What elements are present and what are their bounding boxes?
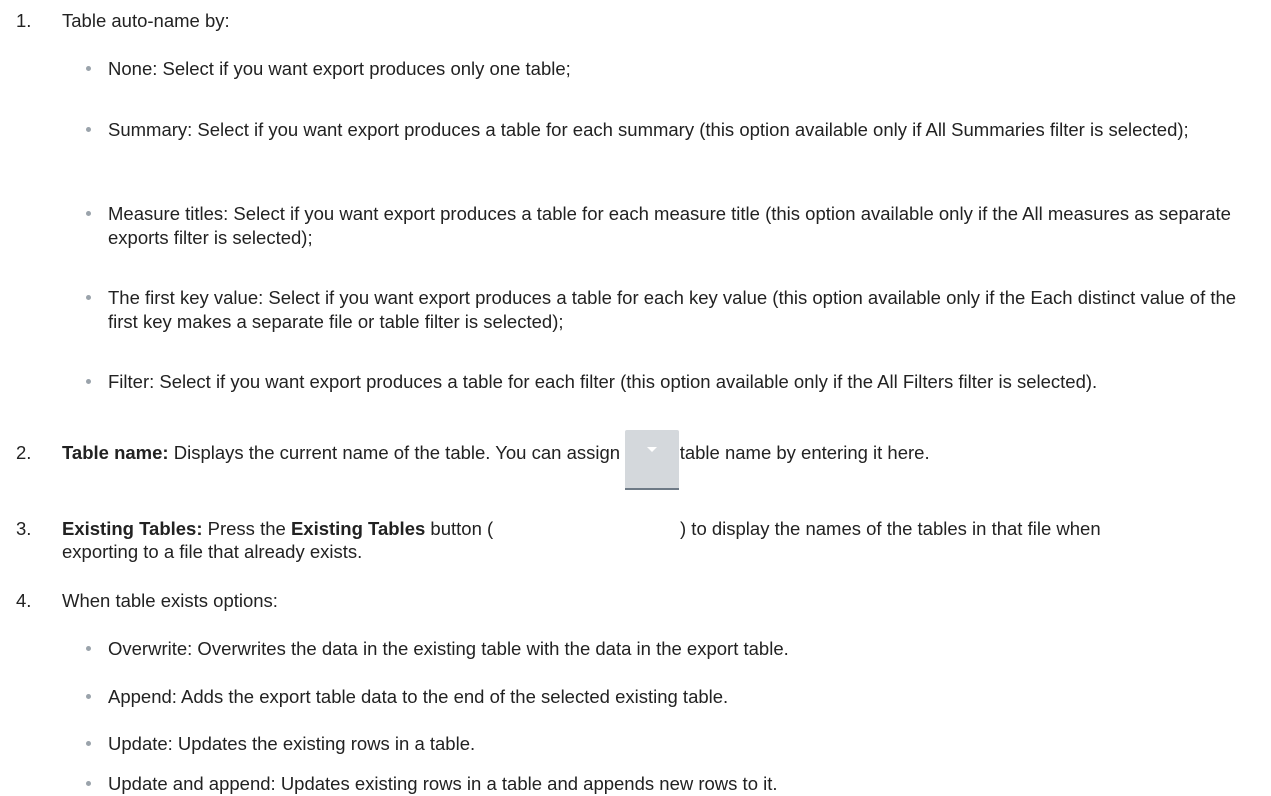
- document-page: 1. Table auto-name by: None: Select if y…: [0, 0, 1271, 794]
- bullet-update-and-append: Update and append: Updates existing rows…: [108, 773, 778, 794]
- bullet-summary: Summary: Select if you want export produ…: [108, 119, 1189, 140]
- bullet-filter: Filter: Select if you want export produc…: [108, 371, 1098, 392]
- bullet-dot: [86, 741, 91, 746]
- item-number-2: 2.: [16, 442, 32, 463]
- bullet-overwrite: Overwrite: Overwrites the data in the ex…: [108, 638, 789, 659]
- item-text-3-line2: exporting to a file that already exists.: [62, 541, 363, 562]
- existing-tables-label: Existing Tables:: [62, 518, 203, 539]
- bullet-dot: [86, 66, 91, 71]
- existing-tables-button: [625, 430, 679, 490]
- item-text-4: When table exists options:: [62, 590, 278, 611]
- item-text-1: Table auto-name by:: [62, 10, 230, 31]
- item-text-3: Existing Tables: Press the Existing Tabl…: [62, 518, 494, 539]
- existing-tables-button-name: Existing Tables: [290, 518, 426, 539]
- table-name-label: Table name:: [62, 442, 169, 463]
- bullet-update: Update: Updates the existing rows in a t…: [108, 733, 476, 754]
- bullet-none: None: Select if you want export produces…: [108, 58, 571, 79]
- bullet-dot: [86, 379, 91, 384]
- item-number-4: 4.: [16, 590, 32, 611]
- bullet-dot: [86, 646, 91, 651]
- bullet-first-key-value: The first key value: Select if you want …: [108, 287, 1237, 332]
- bullet-measure-titles: Measure titles: Select if you want expor…: [108, 203, 1231, 248]
- item-text-3-continued: ) to display the names of the tables in …: [680, 518, 1101, 539]
- bullet-dot: [86, 127, 91, 132]
- item-number-3: 3.: [16, 518, 32, 539]
- bullet-dot: [86, 781, 91, 786]
- table-name-description: Displays the current name of the table. …: [168, 442, 930, 463]
- button-underline: [625, 488, 679, 490]
- bullet-dot: [86, 694, 91, 699]
- bullet-dot: [86, 295, 91, 300]
- bullet-append: Append: Adds the export table data to th…: [108, 686, 729, 707]
- item-text-2: Table name: Displays the current name of…: [62, 442, 930, 464]
- item-number-1: 1.: [16, 10, 32, 31]
- bullet-dot: [86, 211, 91, 216]
- dropdown-arrow-icon: [647, 447, 657, 452]
